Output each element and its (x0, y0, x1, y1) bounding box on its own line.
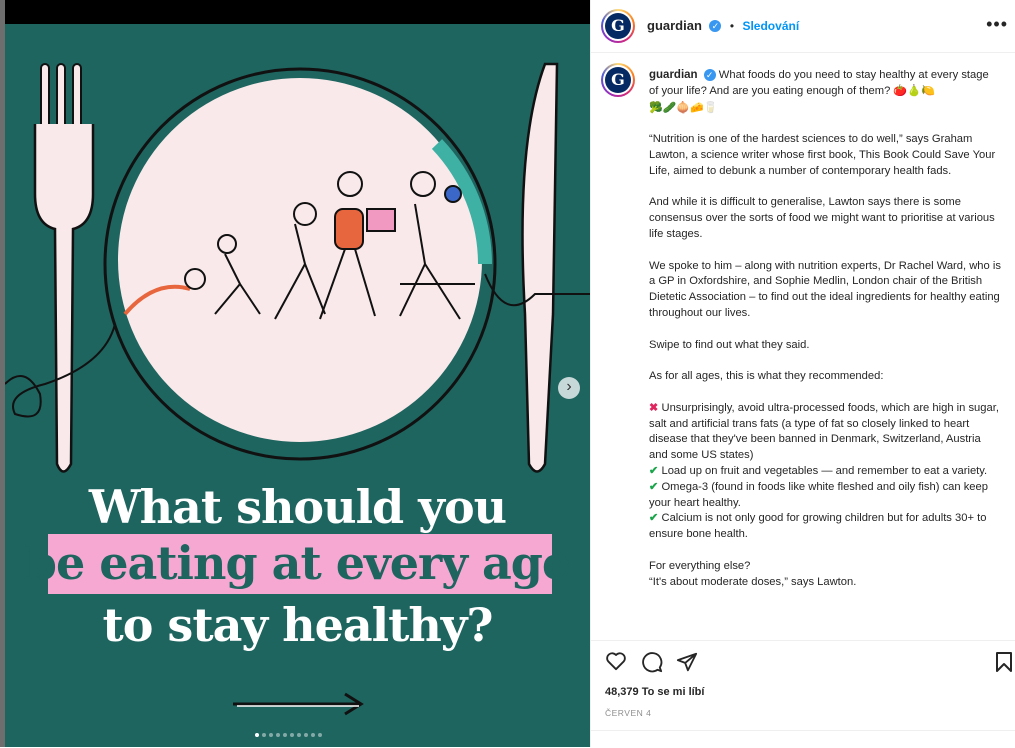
carousel-dot (304, 733, 308, 737)
action-bar (591, 640, 1015, 677)
follow-button[interactable]: Sledování (742, 19, 799, 33)
verified-badge-icon: ✓ (709, 19, 722, 32)
caption-username-link[interactable]: guardian (649, 69, 698, 81)
knife-icon (521, 62, 559, 473)
headline-line-1: What should you (88, 480, 507, 534)
check-mark-icon: ✔ (649, 512, 659, 525)
caption-closing: For everything else? (649, 559, 751, 572)
carousel-dot (297, 733, 301, 737)
carousel-dot (318, 733, 322, 737)
caption-paragraph: As for all ages, this is what they recom… (649, 370, 884, 383)
carousel-dot (290, 733, 294, 737)
check-mark-icon: ✔ (649, 480, 659, 493)
caption-intro: What foods do you need to stay healthy a… (649, 69, 989, 97)
list-item: ✔ Calcium is not only good for growing c… (649, 512, 987, 541)
post-date: ČERVEN 4 (605, 708, 652, 718)
bookmark-icon[interactable] (995, 651, 1013, 673)
plate-center (118, 78, 482, 442)
post-header: G guardian ✓ • Sledování ••• (591, 0, 1015, 53)
carousel-dot (283, 733, 287, 737)
verified-badge-icon: ✓ (703, 69, 716, 82)
caption-paragraph: And while it is difficult to generalise,… (649, 196, 995, 240)
comment-bar (591, 730, 1015, 748)
list-item: ✔ Load up on fruit and vegetables — and … (649, 464, 988, 477)
check-mark-icon: ✔ (649, 464, 659, 477)
post-sidebar: G guardian ✓ • Sledování ••• G guardian … (590, 0, 1015, 747)
fork-icon (33, 63, 95, 473)
list-item: ✖ Unsurprisingly, avoid ultra-processed … (649, 401, 999, 462)
caption-paragraph: “Nutrition is one of the hardest science… (649, 133, 996, 177)
top-bar (5, 0, 590, 24)
like-count[interactable]: 48,379 To se mi líbí (605, 686, 704, 698)
next-slide-button[interactable]: › (558, 377, 580, 399)
caption-list: ✖ Unsurprisingly, avoid ultra-processed … (649, 401, 1001, 543)
cross-mark-icon: ✖ (649, 401, 659, 414)
carousel-dot (255, 733, 259, 737)
carousel-dot (276, 733, 280, 737)
share-icon[interactable] (676, 651, 698, 673)
headline-line-2: be eating at every age (24, 536, 571, 590)
list-item: ✔ Omega-3 (found in foods like white fle… (649, 480, 988, 509)
caption: guardian ✓ What foods do you need to sta… (649, 68, 1001, 590)
more-options-icon[interactable]: ••• (986, 14, 1008, 35)
avatar[interactable]: G (601, 9, 635, 43)
arrow-right-icon (233, 692, 364, 716)
carousel-indicator (255, 733, 322, 737)
heart-icon[interactable] (605, 651, 627, 671)
caption-paragraph: We spoke to him – along with nutrition e… (649, 259, 1001, 319)
caption-closing: “It's about moderate doses,” says Lawton… (649, 575, 857, 588)
username-link[interactable]: guardian (647, 18, 702, 33)
caption-avatar[interactable]: G (601, 63, 635, 97)
carousel-dot (262, 733, 266, 737)
caption-paragraph: Swipe to find out what they said. (649, 338, 810, 351)
separator: • (729, 19, 735, 33)
headline-line-3: to stay healthy? (102, 598, 493, 652)
carousel-dot (269, 733, 273, 737)
comment-icon[interactable] (641, 651, 663, 673)
post-image[interactable]: What should you be eating at every age t… (5, 24, 590, 747)
carousel-dot (311, 733, 315, 737)
caption-emojis: 🥦🥒🧅🧀🥛 (649, 100, 718, 114)
